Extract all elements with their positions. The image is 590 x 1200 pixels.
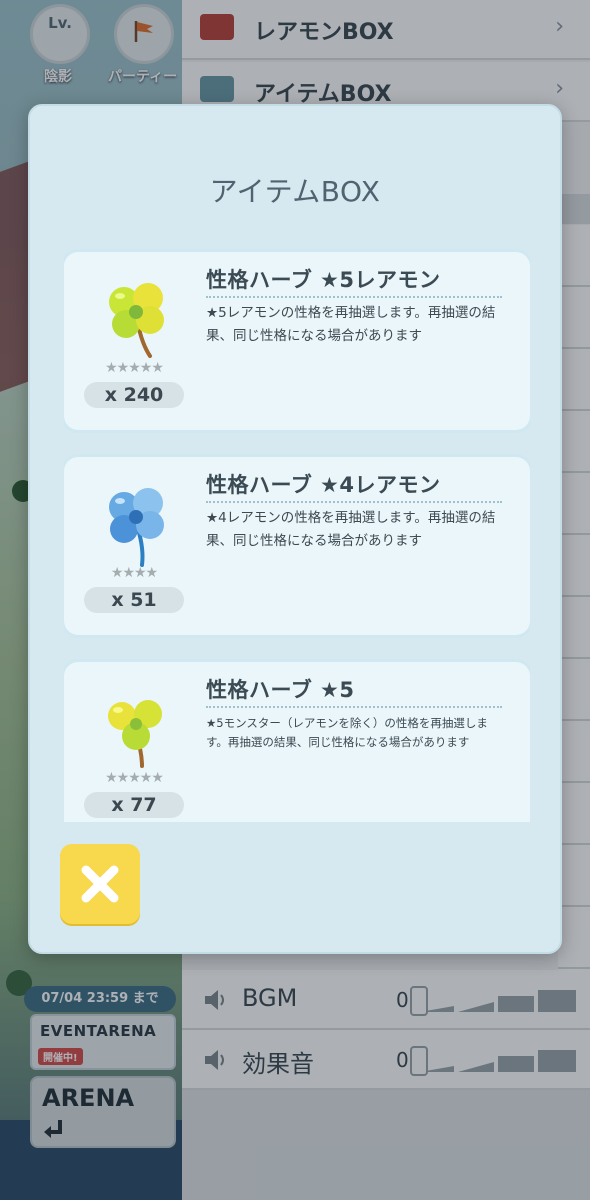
dotted-divider <box>206 501 502 503</box>
dotted-divider <box>206 296 502 298</box>
close-x-icon <box>81 865 119 903</box>
item-description: ★5レアモンの性格を再抽選します。再抽選の結果、同じ性格になる場合があります <box>206 305 496 344</box>
close-button[interactable] <box>60 844 140 924</box>
item-description: ★5モンスター（レアモンを除く）の性格を再抽選します。再抽選の結果、同じ性格にな… <box>206 716 488 749</box>
rarity-stars: ★★★★★ <box>105 770 164 786</box>
dotted-divider <box>206 706 502 708</box>
rarity-stars: ★★★★ <box>110 565 158 581</box>
yellow-clover-icon <box>108 700 162 768</box>
blue-clover-icon <box>109 488 164 567</box>
item-list[interactable]: ★★★★★ x 240 性格ハーブ ★5レアモン ★5レアモンの性格を再抽選しま… <box>64 248 530 822</box>
item-name: 性格ハーブ ★5レアモン <box>206 268 441 292</box>
item-quantity: x 77 <box>84 792 184 818</box>
item-quantity: x 51 <box>84 587 184 613</box>
rarity-stars: ★★★★★ <box>105 360 164 376</box>
modal-title: アイテムBOX <box>209 175 381 208</box>
item-card[interactable]: ★★★★★ x 77 性格ハーブ ★5 ★5モンスター（レアモンを除く）の性格を… <box>64 662 530 822</box>
item-name: 性格ハーブ ★5 <box>206 678 355 702</box>
item-card[interactable]: ★★★★★ x 240 性格ハーブ ★5レアモン ★5レアモンの性格を再抽選しま… <box>64 252 530 430</box>
item-name: 性格ハーブ ★4レアモン <box>206 473 441 497</box>
item-quantity: x 240 <box>84 382 184 408</box>
item-card[interactable]: ★★★★ x 51 性格ハーブ ★4レアモン ★4レアモンの性格を再抽選します。… <box>64 457 530 635</box>
item-box-modal: アイテムBOX ★★★★★ x 240 性格ハーブ ★5レアモン ★5レアモンの… <box>28 104 562 954</box>
item-description: ★4レアモンの性格を再抽選します。再抽選の結果、同じ性格になる場合があります <box>206 510 496 549</box>
yellow-green-clover-icon <box>109 283 164 358</box>
